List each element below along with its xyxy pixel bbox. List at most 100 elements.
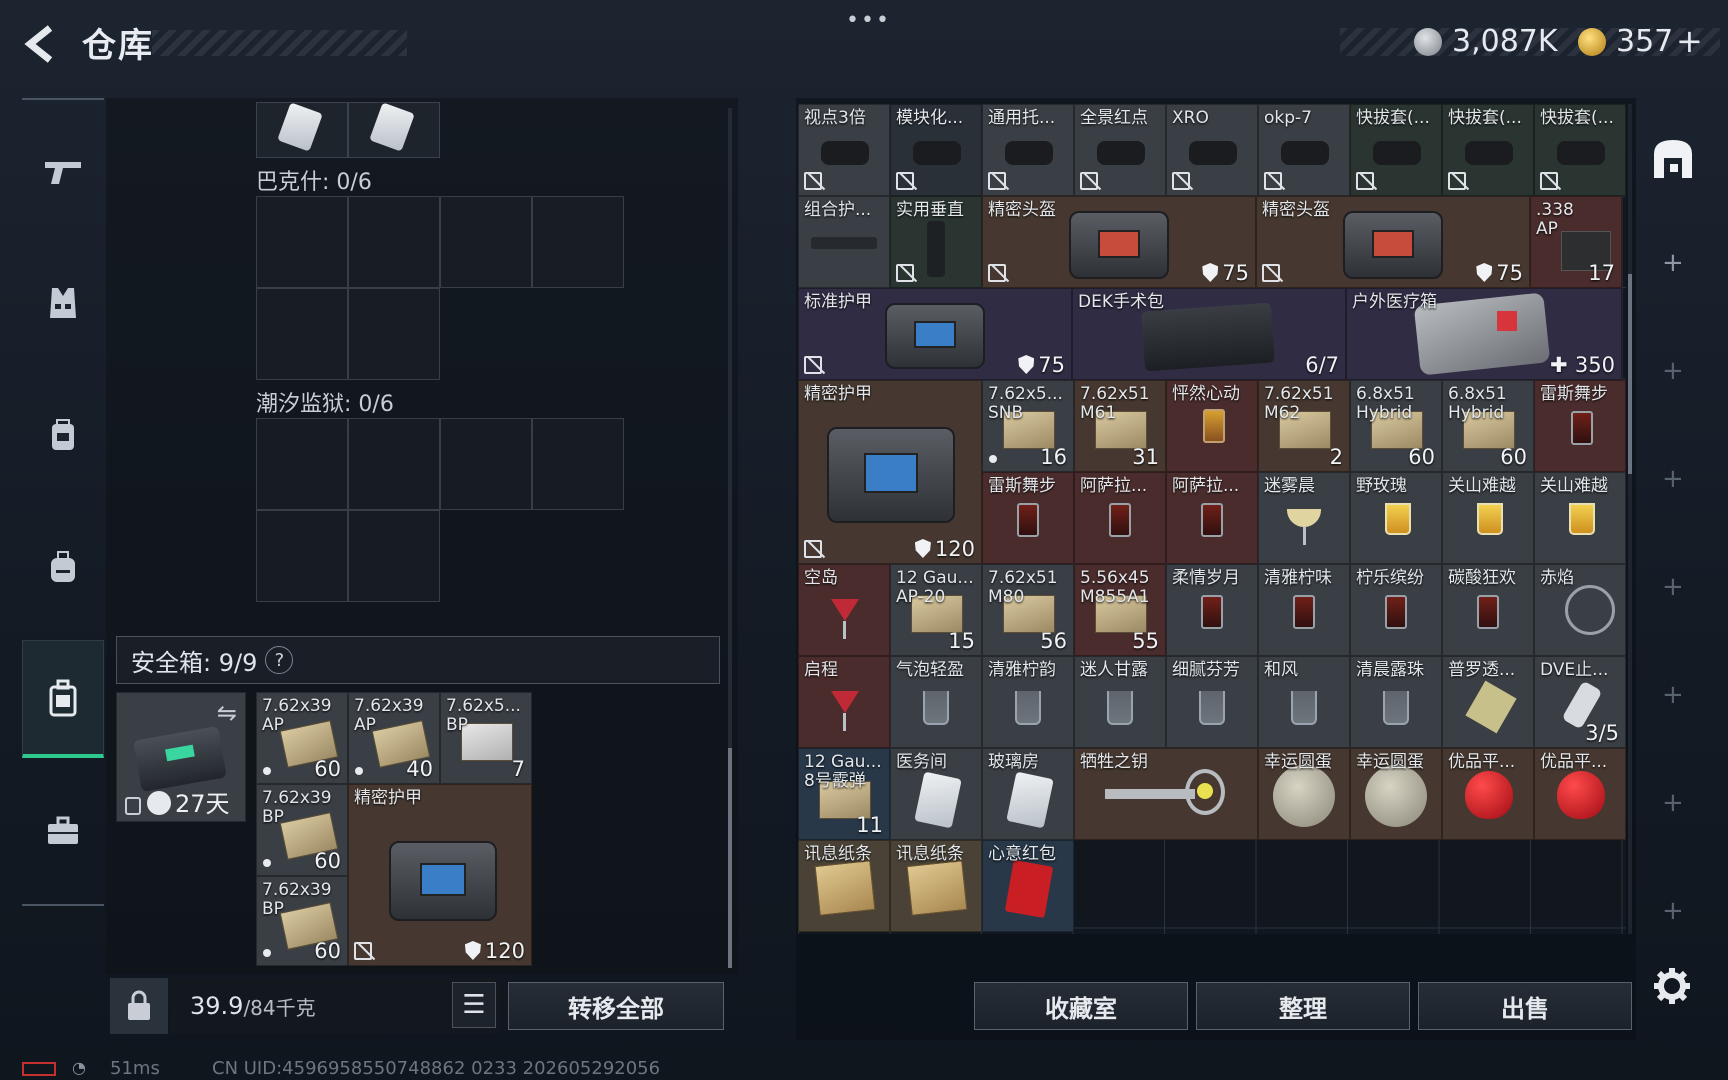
add-storage-tab-icon[interactable]: + [1662, 896, 1684, 926]
settings-gear-icon[interactable] [1652, 966, 1692, 1006]
warehouse-item[interactable]: 怦然心动 [1166, 380, 1258, 472]
warehouse-item[interactable]: 迷雾晨 [1258, 472, 1350, 564]
item-cell[interactable] [256, 102, 348, 158]
empty-slot[interactable] [348, 196, 440, 288]
left-scrollbar[interactable] [728, 108, 732, 968]
warehouse-item[interactable]: 阿萨拉... [1074, 472, 1166, 564]
empty-slot[interactable] [440, 196, 532, 288]
warehouse-item-medkit[interactable]: 户外医疗箱 ✚ 350 [1346, 288, 1622, 380]
add-storage-tab-icon[interactable]: + [1662, 464, 1684, 494]
warehouse-item[interactable]: 清雅柠味 [1258, 564, 1350, 656]
warehouse-item[interactable]: 模块化... [890, 104, 982, 196]
warehouse-item[interactable]: 关山难越 [1442, 472, 1534, 564]
warehouse-item[interactable]: 碳酸狂欢 [1442, 564, 1534, 656]
warehouse-item[interactable]: 通用托... [982, 104, 1074, 196]
warehouse-item[interactable]: 讯息纸条 [890, 840, 982, 932]
add-storage-tab-icon[interactable]: + [1662, 680, 1684, 710]
warehouse-item-armor[interactable]: 精密护甲 120 [798, 380, 982, 564]
warehouse-item[interactable]: 快拔套(... [1350, 104, 1442, 196]
warehouse-item-helmet[interactable]: 精密头盔 75 [1256, 196, 1530, 288]
warehouse-item-armor[interactable]: 标准护甲 75 [798, 288, 1072, 380]
warehouse-item[interactable]: 雷斯舞步 [1534, 380, 1626, 472]
warehouse-item[interactable]: 玻璃房 [982, 748, 1074, 840]
back-arrow-icon[interactable] [20, 22, 64, 66]
warehouse-scrollbar[interactable] [1628, 104, 1632, 934]
warehouse-item[interactable]: 幸运圆蛋 [1258, 748, 1350, 840]
warehouse-item[interactable]: 快拔套(... [1442, 104, 1534, 196]
add-storage-tab-icon[interactable]: + [1662, 572, 1684, 602]
warehouse-item[interactable]: 野玫瑰 [1350, 472, 1442, 564]
sidebar-item-safe-box[interactable] [22, 640, 104, 758]
add-storage-tab-icon[interactable]: + [1662, 356, 1684, 386]
sidebar-item-armor[interactable] [22, 244, 104, 362]
warehouse-item[interactable]: DVE止... 3/5 [1534, 656, 1626, 748]
warehouse-item[interactable]: 清雅柠韵 [982, 656, 1074, 748]
empty-slot[interactable] [348, 510, 440, 602]
warehouse-item[interactable]: 雷斯舞步 [982, 472, 1074, 564]
add-storage-tab-icon[interactable]: + [1662, 248, 1684, 278]
warehouse-item[interactable]: 医务间 [890, 748, 982, 840]
warehouse-item[interactable]: 7.62x51 M80 56 [982, 564, 1074, 656]
warehouse-home-icon[interactable] [1650, 136, 1696, 182]
empty-slot[interactable] [348, 418, 440, 510]
warehouse-item[interactable]: 气泡轻盈 [890, 656, 982, 748]
empty-slot[interactable] [532, 196, 624, 288]
warehouse-item[interactable]: 12 Gau... 8号霰弹 11 [798, 748, 890, 840]
safe-item[interactable]: 7.62x39 BP 60 [256, 876, 348, 966]
lock-button[interactable] [110, 978, 168, 1034]
warehouse-item[interactable]: 和风 [1258, 656, 1350, 748]
warehouse-item[interactable]: 关山难越 [1534, 472, 1626, 564]
warehouse-item[interactable]: 6.8x51 Hybrid 60 [1442, 380, 1534, 472]
empty-slot[interactable] [256, 288, 348, 380]
more-menu-icon[interactable]: ••• [846, 8, 891, 33]
safe-item-armor[interactable]: 精密护甲 120 [348, 784, 532, 966]
warehouse-item[interactable]: 12 Gau... AP-20 15 [890, 564, 982, 656]
warehouse-item[interactable]: okp-7 [1258, 104, 1350, 196]
warehouse-item[interactable]: 优品平... [1534, 748, 1626, 840]
warehouse-item[interactable]: 启程 [798, 656, 890, 748]
warehouse-item[interactable]: 7.62x5... SNB 16 [982, 380, 1074, 472]
warehouse-item[interactable]: 赤焰 [1534, 564, 1626, 656]
warehouse-item[interactable]: 7.62x51 M62 2 [1258, 380, 1350, 472]
warehouse-item[interactable]: 快拔套(... [1534, 104, 1626, 196]
warehouse-item-helmet[interactable]: 精密头盔 75 [982, 196, 1256, 288]
sidebar-item-weapons[interactable] [22, 112, 104, 230]
warehouse-item[interactable]: 牺牲之钥 [1074, 748, 1258, 840]
warehouse-item[interactable]: 阿萨拉... [1166, 472, 1258, 564]
warehouse-item[interactable]: 细腻芬芳 [1166, 656, 1258, 748]
item-cell[interactable] [348, 102, 440, 158]
safe-item[interactable]: 7.62x39 AP 60 [256, 692, 348, 784]
safe-item[interactable]: 7.62x39 BP 60 [256, 784, 348, 876]
add-storage-tab-icon[interactable]: + [1662, 788, 1684, 818]
empty-slot[interactable] [348, 288, 440, 380]
empty-slot[interactable] [532, 418, 624, 510]
sort-button[interactable]: 整理 [1196, 982, 1410, 1030]
transfer-all-button[interactable]: 转移全部 [508, 982, 724, 1030]
warehouse-item[interactable]: 全景红点 [1074, 104, 1166, 196]
empty-slot[interactable] [256, 510, 348, 602]
help-icon[interactable]: ? [265, 646, 294, 674]
empty-slot[interactable] [256, 418, 348, 510]
sidebar-item-briefcase[interactable] [22, 772, 104, 890]
swap-icon[interactable]: ⇋ [217, 699, 237, 727]
sell-button[interactable]: 出售 [1418, 982, 1632, 1030]
safe-item[interactable]: 7.62x39 AP 40 [348, 692, 440, 784]
safe-item[interactable]: 7.62x5... BP 7 [440, 692, 532, 784]
empty-slot[interactable] [256, 196, 348, 288]
warehouse-item[interactable]: 优品平... [1442, 748, 1534, 840]
empty-slot[interactable] [440, 418, 532, 510]
add-currency-button[interactable]: + [1676, 22, 1703, 60]
warehouse-item[interactable]: 空岛 [798, 564, 890, 656]
list-view-button[interactable]: ☰ [452, 982, 496, 1028]
warehouse-item[interactable]: 讯息纸条 [798, 840, 890, 932]
warehouse-item[interactable]: .338 AP 17 [1530, 196, 1622, 288]
warehouse-item[interactable]: 实用垂直 [890, 196, 982, 288]
warehouse-item[interactable]: 7.62x51 M61 31 [1074, 380, 1166, 472]
warehouse-item-surgery-kit[interactable]: DEK手术包 6/7 [1072, 288, 1346, 380]
safe-box-container[interactable]: ⇋ 27天 [116, 692, 246, 822]
warehouse-item[interactable]: XRO [1166, 104, 1258, 196]
warehouse-item[interactable]: 幸运圆蛋 [1350, 748, 1442, 840]
warehouse-item[interactable]: 柔情岁月 [1166, 564, 1258, 656]
collection-room-button[interactable]: 收藏室 [974, 982, 1188, 1030]
warehouse-item[interactable]: 组合护... [798, 196, 890, 288]
